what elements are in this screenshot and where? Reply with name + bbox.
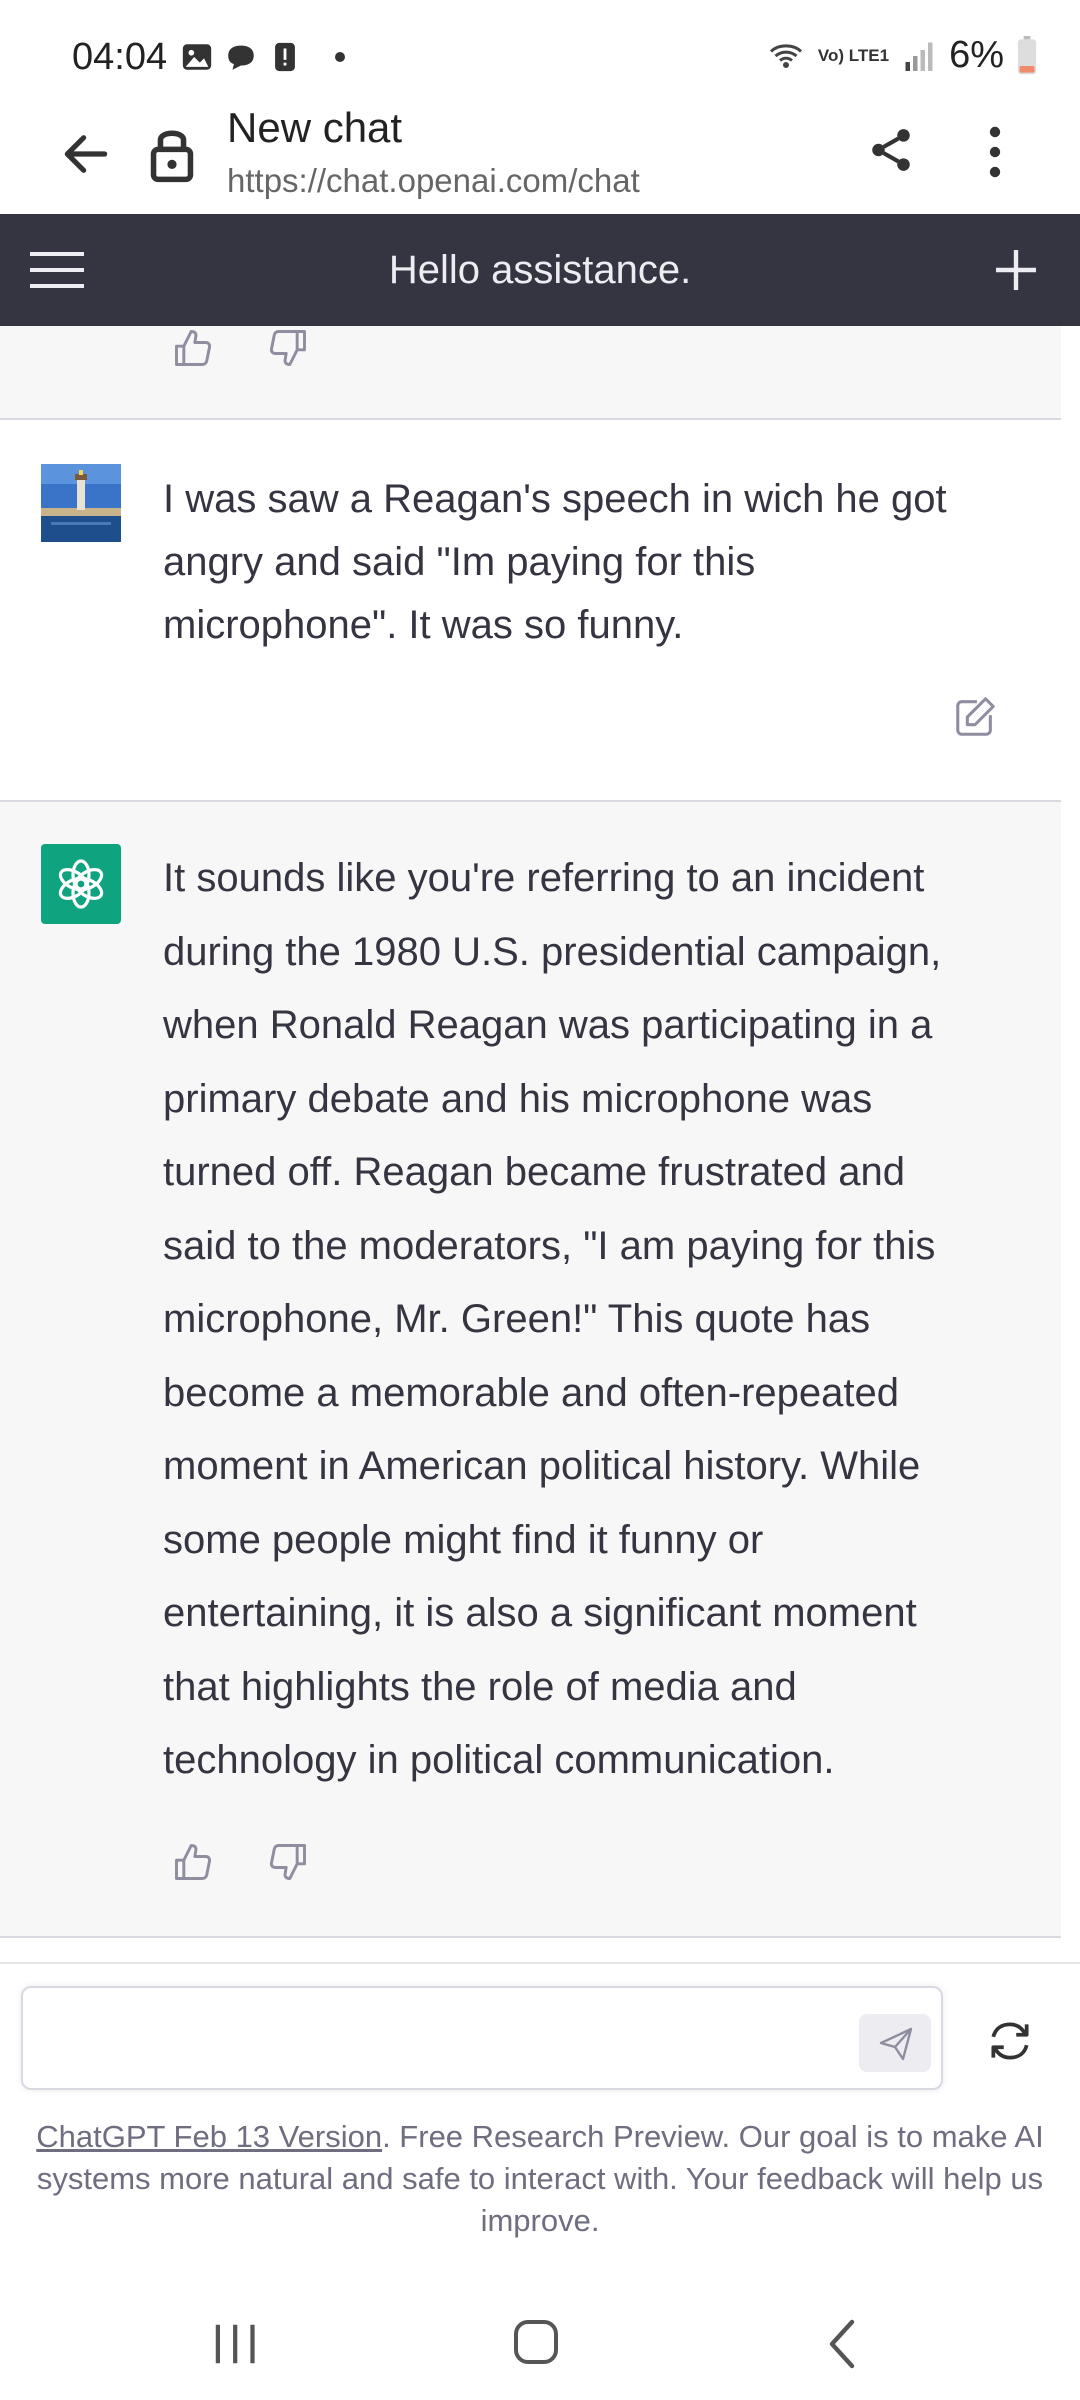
regenerate-icon[interactable] [985, 2016, 1035, 2066]
status-time: 04:04 [72, 36, 168, 78]
composer-area [0, 1962, 1080, 2114]
alert-icon [275, 42, 295, 72]
thumbs-down-icon[interactable] [266, 326, 310, 370]
system-nav-bar [0, 2290, 1080, 2400]
previous-message-feedback [0, 326, 1061, 420]
send-icon [879, 2027, 913, 2061]
assistant-message: It sounds like you're referring to an in… [0, 802, 1061, 1938]
assistant-avatar [41, 844, 121, 924]
new-chat-plus-icon[interactable] [994, 248, 1038, 292]
user-message: I was saw a Reagan's speech in wich he g… [0, 420, 1061, 802]
footer-disclaimer: ChatGPT Feb 13 Version. Free Research Pr… [30, 2116, 1050, 2242]
wifi-icon [769, 43, 802, 68]
nav-back-icon[interactable] [822, 2318, 862, 2370]
chat-bubble-icon [228, 45, 254, 70]
battery-percent: 6% [949, 34, 1004, 76]
back-arrow-icon[interactable] [58, 126, 114, 182]
chat-header: Hello assistance. [0, 214, 1080, 326]
user-avatar [41, 464, 121, 542]
battery-icon [1017, 35, 1037, 74]
version-link[interactable]: ChatGPT Feb 13 Version [36, 2119, 382, 2154]
more-options-icon[interactable] [975, 122, 1015, 182]
openai-logo-icon [58, 859, 104, 909]
assistant-message-text: It sounds like you're referring to an in… [163, 856, 942, 1782]
network-type-label: Vo) LTE1 [817, 45, 890, 65]
status-notification-icons [180, 40, 302, 74]
status-more-dot [335, 52, 345, 62]
status-system-icons: Vo) LTE1 6% [766, 34, 1038, 77]
lock-icon[interactable] [148, 124, 196, 184]
signal-icon [905, 42, 933, 71]
page-title: New chat [227, 104, 403, 151]
send-button[interactable] [859, 2014, 931, 2072]
thumbs-up-icon[interactable] [171, 1840, 215, 1884]
message-input[interactable] [21, 1986, 943, 2090]
page-url[interactable]: https://chat.openai.com/chat [227, 162, 640, 200]
image-icon [182, 44, 212, 70]
share-icon[interactable] [866, 122, 916, 178]
edit-icon[interactable] [952, 694, 998, 740]
lighthouse-photo-icon [41, 464, 121, 542]
browser-toolbar: New chat https://chat.openai.com/chat [0, 100, 1080, 214]
home-icon[interactable] [512, 2318, 560, 2366]
thumbs-up-icon[interactable] [171, 326, 215, 370]
status-bar: 04:04 Vo) LTE1 6% [0, 0, 1080, 100]
chat-title: Hello assistance. [388, 248, 692, 292]
user-message-text: I was saw a Reagan's speech in wich he g… [163, 477, 947, 647]
recent-apps-icon[interactable] [210, 2320, 260, 2368]
thumbs-down-icon[interactable] [266, 1840, 310, 1884]
